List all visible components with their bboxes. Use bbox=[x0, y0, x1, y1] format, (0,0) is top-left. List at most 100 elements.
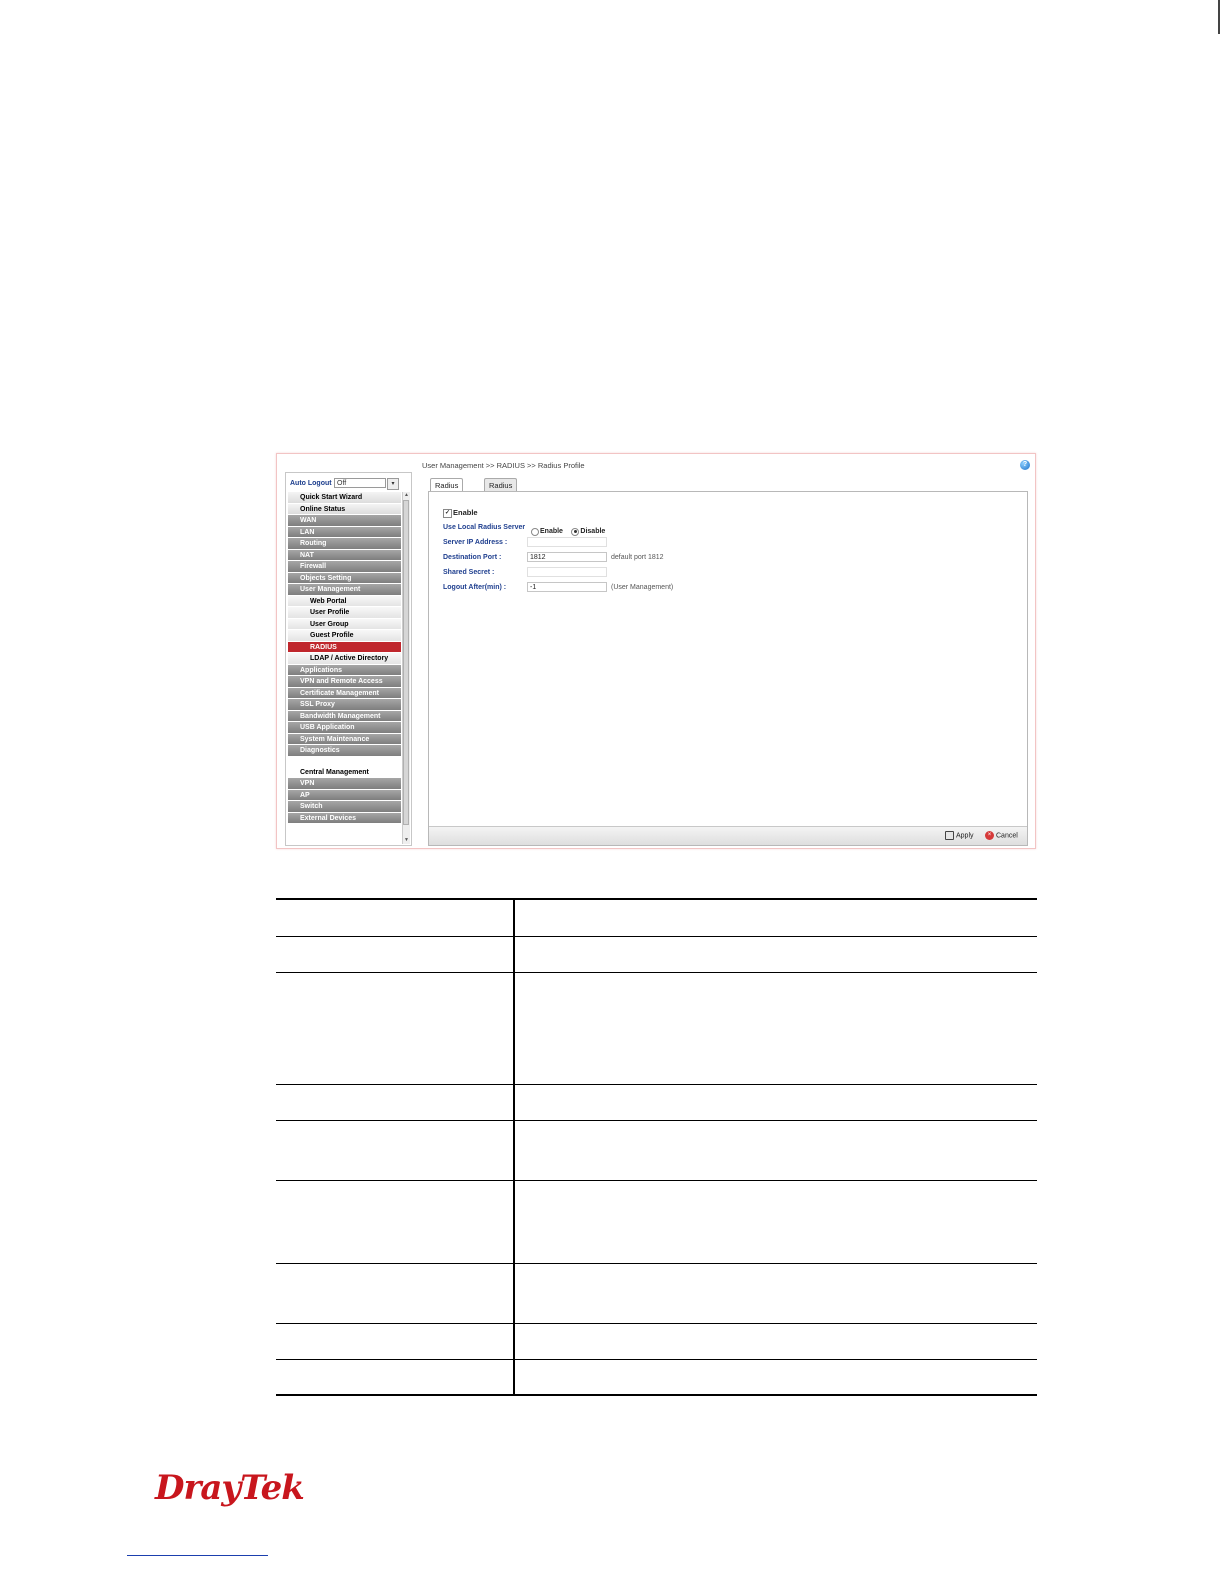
cancel-label: Cancel bbox=[996, 832, 1018, 840]
sidebar-item-nat[interactable]: NAT bbox=[288, 549, 401, 561]
sidebar-item-bandwidth-management[interactable]: Bandwidth Management bbox=[288, 710, 401, 722]
shared-secret-input[interactable] bbox=[527, 567, 607, 577]
form-footer: Apply × Cancel bbox=[429, 826, 1027, 845]
main-content: User Management >> RADIUS >> Radius Prof… bbox=[420, 458, 1032, 846]
cancel-button[interactable]: × Cancel bbox=[985, 831, 1018, 840]
use-local-radius-label: Use Local Radius Server bbox=[443, 524, 526, 531]
sidebar-item-certificate-management[interactable]: Certificate Management bbox=[288, 687, 401, 699]
sidebar-item-diagnostics[interactable]: Diagnostics bbox=[288, 745, 401, 757]
table-cell bbox=[514, 935, 1037, 972]
table-cell bbox=[514, 1119, 1037, 1180]
sidebar-item-applications[interactable]: Applications bbox=[288, 664, 401, 676]
radio-disable[interactable] bbox=[571, 527, 580, 536]
draytek-logo: DrayTek bbox=[155, 1468, 305, 1508]
table-row bbox=[276, 1322, 1037, 1359]
logout-after-input[interactable]: -1 bbox=[527, 582, 607, 592]
table-cell bbox=[276, 1358, 515, 1396]
scroll-down-icon[interactable]: ▼ bbox=[403, 837, 410, 844]
help-icon[interactable]: ? bbox=[1020, 460, 1030, 470]
dest-port-label: Destination Port : bbox=[443, 554, 502, 561]
table-cell bbox=[276, 898, 515, 936]
radio-enable[interactable] bbox=[531, 527, 539, 536]
sidebar-item-user-group[interactable]: User Group bbox=[288, 618, 401, 630]
table-cell bbox=[514, 1083, 1037, 1120]
sidebar-item-routing[interactable]: Routing bbox=[288, 538, 401, 550]
sidebar-item-user-management[interactable]: User Management bbox=[288, 584, 401, 596]
server-ip-input[interactable] bbox=[527, 537, 607, 547]
table-row bbox=[276, 1119, 1037, 1180]
save-icon bbox=[945, 831, 954, 840]
page-top-rule bbox=[1218, 0, 1220, 34]
table-cell bbox=[276, 1179, 515, 1263]
sidebar-item-firewall[interactable]: Firewall bbox=[288, 561, 401, 573]
dest-port-hint: default port 1812 bbox=[611, 554, 664, 561]
enable-label: Enable bbox=[453, 508, 478, 517]
sidebar-item-vpn-and-remote-access[interactable]: VPN and Remote Access bbox=[288, 676, 401, 688]
table-cell bbox=[276, 1262, 515, 1323]
table-cell bbox=[514, 1179, 1037, 1263]
sidebar-item-vpn[interactable]: VPN bbox=[288, 778, 401, 790]
radio-enable-label: Enable bbox=[540, 528, 563, 536]
logout-after-hint: (User Management) bbox=[611, 584, 674, 591]
table-cell bbox=[514, 1322, 1037, 1359]
table-cell bbox=[514, 1358, 1037, 1396]
table-cell bbox=[514, 1262, 1037, 1323]
dest-port-input[interactable]: 1812 bbox=[527, 552, 607, 562]
sidebar-item-system-maintenance[interactable]: System Maintenance bbox=[288, 733, 401, 745]
tab-radius-server[interactable]: Radius Server bbox=[484, 478, 518, 503]
footer-link-underline[interactable] bbox=[127, 1555, 268, 1556]
table-cell bbox=[276, 971, 515, 1084]
sidebar: Auto Logout : Off ▾ Quick Start Wizard On… bbox=[285, 472, 412, 846]
sidebar-item-quick-start-wizard[interactable]: Quick Start Wizard bbox=[288, 492, 401, 504]
sidebar-item-web-portal[interactable]: Web Portal bbox=[288, 595, 401, 607]
sidebar-item-online-status[interactable]: Online Status bbox=[288, 503, 401, 515]
sidebar-item-central-management[interactable]: Central Management bbox=[288, 766, 401, 778]
shared-secret-label: Shared Secret : bbox=[443, 569, 495, 576]
sidebar-item-lan[interactable]: LAN bbox=[288, 526, 401, 538]
table-cell bbox=[514, 898, 1037, 936]
sidebar-item-radius[interactable]: RADIUS bbox=[288, 641, 401, 653]
table-row bbox=[276, 1179, 1037, 1263]
sidebar-item-usb-application[interactable]: USB Application bbox=[288, 722, 401, 734]
table-cell bbox=[276, 1083, 515, 1120]
sidebar-item-spacer bbox=[288, 756, 401, 767]
sidebar-menu: Quick Start Wizard Online Status WAN LAN Rou… bbox=[288, 492, 401, 824]
server-ip-label: Server IP Address : bbox=[443, 539, 508, 546]
table-cell bbox=[276, 935, 515, 972]
sidebar-item-external-devices[interactable]: External Devices bbox=[288, 812, 401, 824]
radio-disable-label: Disable bbox=[580, 528, 606, 536]
sidebar-item-user-profile[interactable]: User Profile bbox=[288, 607, 401, 619]
auto-logout-value: Off bbox=[337, 480, 347, 487]
table-row bbox=[276, 1262, 1037, 1323]
table-cell bbox=[514, 971, 1037, 1084]
tab-radius-profile[interactable]: Radius Profile bbox=[430, 478, 464, 503]
sidebar-item-wan[interactable]: WAN bbox=[288, 515, 401, 527]
auto-logout: Auto Logout : Off ▾ bbox=[288, 477, 408, 491]
apply-button[interactable]: Apply bbox=[945, 831, 974, 840]
enable-checkbox-row[interactable]: ✓ Enable bbox=[443, 508, 478, 518]
breadcrumb: User Management >> RADIUS >> Radius Prof… bbox=[422, 461, 585, 470]
scroll-thumb[interactable] bbox=[403, 500, 409, 825]
form-panel: ✓ Enable Use Local Radius Server Enable D… bbox=[428, 491, 1028, 846]
sidebar-item-ldap-active-directory[interactable]: LDAP / Active Directory bbox=[288, 653, 401, 665]
table-row bbox=[276, 971, 1037, 1084]
table-row bbox=[276, 935, 1037, 972]
sidebar-item-objects-setting[interactable]: Objects Setting bbox=[288, 572, 401, 584]
sidebar-item-ap[interactable]: AP bbox=[288, 789, 401, 801]
description-table bbox=[276, 898, 1037, 1396]
scroll-up-icon[interactable]: ▲ bbox=[403, 492, 410, 499]
table-cell bbox=[276, 1119, 515, 1180]
sidebar-item-guest-profile[interactable]: Guest Profile bbox=[288, 630, 401, 642]
cancel-icon: × bbox=[985, 831, 994, 840]
auto-logout-label: Auto Logout : bbox=[290, 480, 336, 487]
sidebar-item-switch[interactable]: Switch bbox=[288, 801, 401, 813]
logout-after-label: Logout After(min) : bbox=[443, 584, 507, 591]
table-row bbox=[276, 1083, 1037, 1120]
router-screenshot: Auto Logout : Off ▾ Quick Start Wizard On… bbox=[276, 453, 1036, 849]
chevron-down-icon[interactable]: ▾ bbox=[387, 478, 399, 490]
sidebar-item-ssl-proxy[interactable]: SSL Proxy bbox=[288, 699, 401, 711]
table-row bbox=[276, 898, 1037, 936]
auto-logout-select[interactable]: Off ▾ bbox=[334, 478, 399, 490]
sidebar-scrollbar[interactable]: ▲ ▼ bbox=[402, 492, 410, 844]
enable-checkbox[interactable]: ✓ bbox=[443, 508, 452, 518]
